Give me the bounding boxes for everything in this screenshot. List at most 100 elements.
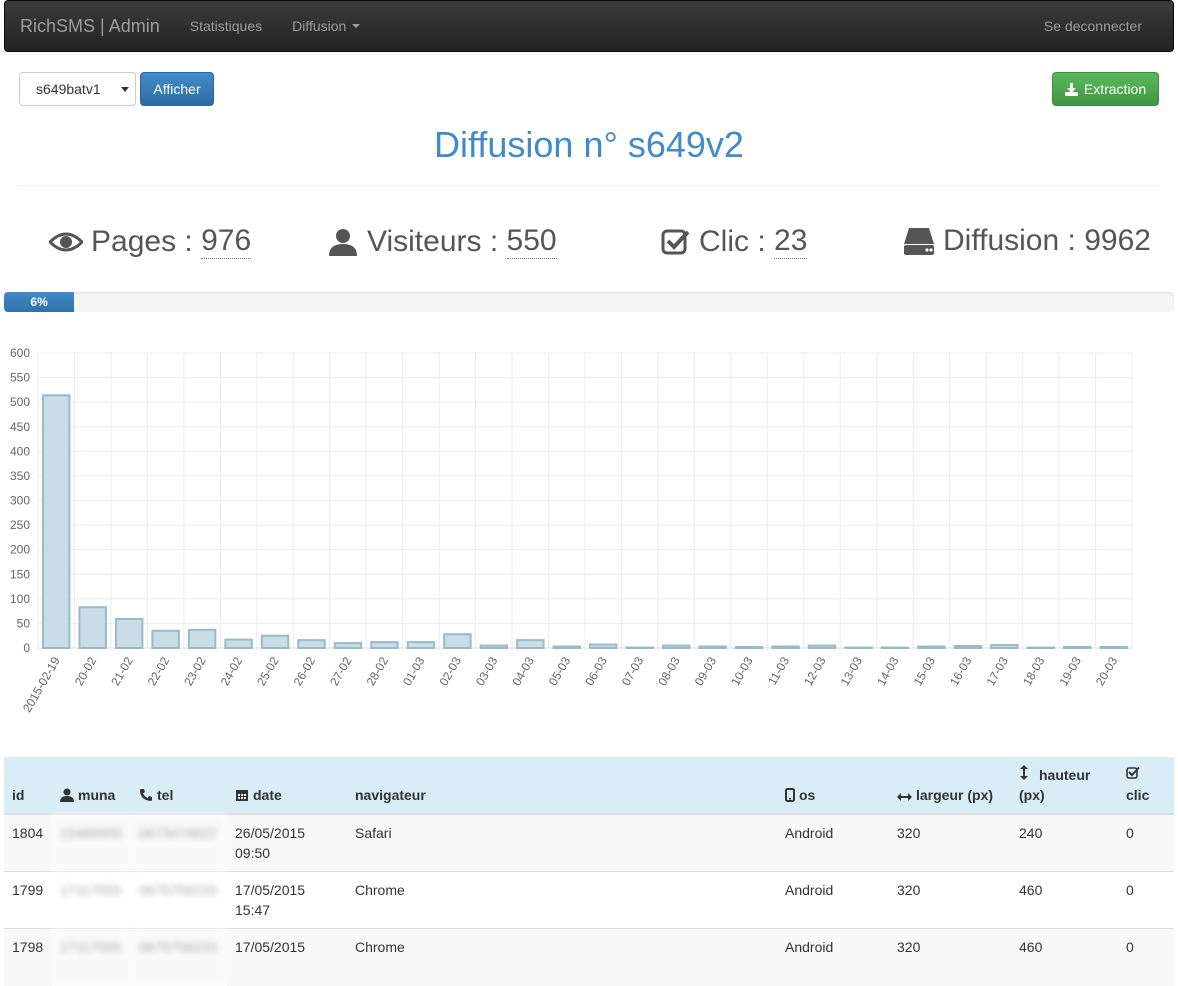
stat-diffusion-value: 9962 [1084,224,1151,257]
bar [953,645,983,649]
bar [589,643,618,649]
bar [698,645,727,649]
col-header-muna: muna [52,757,131,815]
cell-id: 1804 [4,813,52,872]
bar [552,645,581,649]
stat-pages-value: 976 [201,224,252,259]
col-header-largeur: largeur (px) [889,757,1011,815]
nav-diffusion-dropdown[interactable]: Diffusion [277,18,375,34]
cell-os: Android [777,928,889,986]
bar [1063,646,1092,649]
stat-pages-label: Pages : [91,224,193,258]
calendar-icon [236,790,248,801]
bar [151,629,180,649]
brand-link[interactable]: RichSMS | Admin [5,16,175,37]
col-header-hauteur: hauteur (px) [1011,757,1118,815]
cell-navigateur: Chrome [343,871,777,929]
show-button[interactable]: Afficher [140,72,214,106]
cell-clic: 0 [1118,813,1174,872]
daily-visits-chart: 0 50 100 150 200 250 300 350 400 450 500 550 600 2015… [10,346,1133,715]
x-tick-label: 01-03 [400,654,428,688]
caret-down-icon [352,24,361,28]
cell-navigateur: Safari [343,813,777,872]
cell-hauteur: 460 [1011,928,1118,986]
bar [1099,646,1128,649]
x-tick-label: 03-03 [473,654,501,688]
y-tick-label: 150 [10,567,30,581]
x-tick-label: 07-03 [619,654,647,688]
cell-largeur: 320 [889,928,1011,986]
x-tick-label: 11-03 [765,654,792,687]
table-header-row: id muna tel date navigateur os largeur (… [4,757,1174,815]
y-tick-label: 600 [10,346,30,360]
bar [807,644,837,649]
col-header-os: os [777,757,889,815]
col-header-os-label: os [799,787,816,803]
cell-largeur: 320 [889,871,1011,929]
bar [917,645,946,649]
y-tick-label: 50 [17,616,31,630]
cell-clic: 0 [1118,871,1174,929]
user-icon [60,788,74,802]
x-tick-label: 06-03 [582,654,610,688]
cell-muna: 17117555 [52,871,131,929]
bar [661,644,691,649]
x-tick-label: 24-02 [218,654,246,688]
table-row[interactable]: 1799 17117555 0675756233 17/05/2015 15:4… [4,871,1174,929]
bar [370,641,399,650]
stat-visitors-label: Visiteurs : [367,224,499,258]
nav-statistiques[interactable]: Statistiques [175,18,277,34]
cell-muna: 17117555 [52,928,131,986]
x-tick-label: 28-02 [364,654,392,688]
cell-id: 1799 [4,871,52,929]
bar [734,646,764,649]
x-tick-label: 18-03 [1020,654,1048,688]
bar [260,634,290,650]
diffusion-select-value: s649batv1 [36,81,101,97]
phone-icon [140,789,152,801]
cell-os: Android [777,871,889,929]
table-row[interactable]: 1798 17117555 0675756233 17/05/2015 Chro… [4,928,1174,986]
table-row[interactable]: 1804 15489955 0673474837 26/05/2015 09:5… [4,813,1174,872]
col-header-tel-label: tel [157,787,174,803]
export-button-label: Extraction [1083,81,1147,97]
user-icon [329,228,357,256]
y-tick-label: 550 [10,371,30,385]
x-tick-label: 05-03 [546,654,574,688]
y-tick-label: 0 [23,641,30,655]
logout-link[interactable]: Se deconnecter [1029,18,1173,34]
col-header-clic-label: clic [1126,787,1150,803]
x-tick-label: 13-03 [838,654,866,688]
y-tick-label: 450 [10,420,30,434]
eye-icon [49,232,83,251]
cell-tel: 0675756233 [131,871,227,929]
bar [297,639,326,649]
cell-navigateur: Chrome [343,928,777,986]
cell-hauteur: 240 [1011,813,1118,872]
top-navbar: RichSMS | Admin Statistiques Diffusion S… [4,0,1174,52]
arrows-horizontal-icon [897,793,912,801]
y-tick-label: 200 [10,543,30,557]
x-tick-label: 10-03 [728,654,756,688]
select-arrow-icon [121,87,129,92]
x-tick-label: 17-03 [983,654,1011,688]
x-tick-label: 09-03 [692,654,720,688]
y-tick-label: 350 [10,469,30,483]
col-header-tel: tel [131,757,227,815]
cell-largeur: 320 [889,813,1011,872]
y-tick-label: 500 [10,395,30,409]
bar [880,646,910,650]
col-header-muna-label: muna [78,787,116,803]
x-tick-label: 21-02 [108,654,136,688]
x-tick-label: 14-03 [874,654,902,688]
check-square-icon [661,229,690,254]
x-tick-label: 19-03 [1056,654,1084,688]
bar [187,628,217,649]
cell-date: 17/05/2015 15:47 [227,871,343,929]
bar [516,639,545,649]
bar [844,646,873,650]
diffusion-select[interactable]: s649batv1 [19,72,136,106]
x-tick-label: 16-03 [947,654,975,688]
arrows-vertical-icon [1020,765,1028,780]
export-button[interactable]: Extraction [1052,72,1159,106]
